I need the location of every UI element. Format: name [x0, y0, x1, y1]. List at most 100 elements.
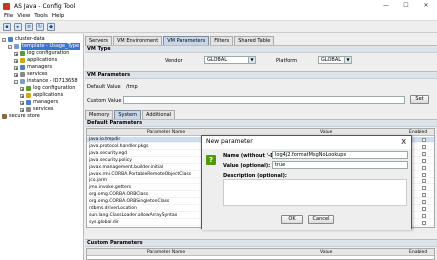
- tree-node-secure-store[interactable]: secure store: [2, 113, 40, 120]
- log-icon: [26, 86, 31, 91]
- tab-filters[interactable]: Filters: [210, 36, 234, 45]
- header-parameter-name[interactable]: Parameter Name: [147, 249, 185, 256]
- expand-icon[interactable]: +: [14, 58, 18, 63]
- tree-node-instance[interactable]: - instance - ID713658: [14, 78, 78, 85]
- close-icon[interactable]: ✕: [416, 0, 436, 12]
- subtab-system[interactable]: System: [114, 110, 141, 119]
- menu-tools[interactable]: Tools: [34, 13, 48, 19]
- settings-icon[interactable]: ◆: [47, 22, 55, 31]
- enabled-checkbox[interactable]: [422, 179, 426, 184]
- subtab-bar: Memory System Additional: [85, 110, 176, 119]
- tree-node-log-configuration[interactable]: + log configuration: [14, 50, 69, 57]
- tree-icon[interactable]: ≡: [25, 22, 33, 31]
- parameter-name-cell: rdbms.driverLocation: [89, 206, 137, 211]
- tree-node-instance-log[interactable]: + log configuration: [20, 85, 75, 92]
- menu-view[interactable]: View: [17, 13, 30, 19]
- enabled-checkbox[interactable]: [422, 165, 426, 170]
- value-input[interactable]: true: [272, 161, 408, 169]
- enabled-checkbox[interactable]: [422, 220, 426, 225]
- enabled-checkbox[interactable]: [422, 200, 426, 205]
- minimize-icon[interactable]: —: [376, 0, 396, 12]
- save-icon[interactable]: ▪: [3, 22, 11, 31]
- template-icon: [14, 44, 19, 49]
- expand-icon[interactable]: +: [20, 100, 24, 105]
- header-value[interactable]: Value: [320, 249, 332, 256]
- tab-vm-environment[interactable]: VM Environment: [113, 36, 163, 45]
- collapse-icon[interactable]: -: [8, 44, 12, 49]
- window-title: AS Java - Config Tool: [14, 2, 76, 10]
- config-tree: - cluster-data - template - Usage_Type + lo…: [0, 34, 84, 260]
- tab-vm-parameters[interactable]: VM Parameters: [163, 36, 210, 45]
- enabled-checkbox[interactable]: [422, 213, 426, 218]
- new-parameter-dialog: New parameter X ? Name (without '-D'): l…: [201, 135, 412, 230]
- expand-icon[interactable]: +: [14, 51, 18, 56]
- header-parameter-name[interactable]: Parameter Name: [147, 129, 185, 136]
- enabled-checkbox[interactable]: [422, 138, 426, 142]
- enabled-checkbox[interactable]: [422, 144, 426, 149]
- tree-node-instance-applications[interactable]: + applications: [20, 92, 63, 99]
- platform-label: Platform: [276, 58, 298, 64]
- instance-icon: [20, 79, 25, 84]
- tree-node-services[interactable]: + services: [14, 71, 48, 78]
- tree-node-cluster-data[interactable]: - cluster-data: [2, 36, 45, 43]
- subtab-additional[interactable]: Additional: [142, 110, 176, 119]
- collapse-icon[interactable]: -: [14, 79, 18, 84]
- menu-help[interactable]: Help: [52, 13, 65, 19]
- expand-icon[interactable]: +: [14, 65, 18, 70]
- default-parameters-header: Default Parameters: [85, 119, 437, 127]
- maximize-icon[interactable]: ☐: [396, 0, 416, 12]
- tab-shared-table[interactable]: Shared Table: [234, 36, 275, 45]
- applications-icon: [20, 58, 25, 63]
- dialog-close-icon[interactable]: X: [401, 136, 406, 148]
- cancel-button[interactable]: Cancel: [308, 215, 334, 224]
- tab-bar: Servers VM Environment VM Parameters Fil…: [85, 36, 275, 45]
- set-button[interactable]: Set: [410, 95, 429, 104]
- expand-icon[interactable]: +: [20, 107, 24, 112]
- chevron-down-icon[interactable]: ▼: [344, 57, 351, 63]
- managers-icon: [26, 100, 31, 105]
- platform-select[interactable]: GLOBAL ▼: [318, 56, 352, 64]
- ok-button[interactable]: OK: [281, 215, 303, 224]
- collapse-icon[interactable]: -: [2, 37, 6, 42]
- enabled-checkbox[interactable]: [422, 172, 426, 177]
- description-input[interactable]: [223, 179, 407, 206]
- refresh-icon[interactable]: ↻: [36, 22, 44, 31]
- default-value-label: Default Value: [87, 84, 121, 90]
- expand-icon[interactable]: +: [20, 93, 24, 98]
- open-icon[interactable]: ▸: [14, 22, 22, 31]
- enabled-checkbox[interactable]: [422, 193, 426, 198]
- app-window: AS Java - Config Tool — ☐ ✕ File View To…: [0, 0, 437, 260]
- tree-node-template[interactable]: - template - Usage_Type: [8, 43, 81, 50]
- vendor-label: Vendor: [165, 58, 183, 64]
- parameter-name-cell: jmx.invoke.getters: [89, 185, 132, 191]
- app-icon: [3, 2, 10, 10]
- tab-servers[interactable]: Servers: [85, 36, 113, 45]
- expand-icon[interactable]: +: [20, 86, 24, 91]
- tree-node-managers[interactable]: + managers: [14, 64, 52, 71]
- enabled-checkbox[interactable]: [422, 151, 426, 156]
- secure-store-icon: [2, 114, 7, 119]
- tree-node-instance-managers[interactable]: + managers: [20, 99, 58, 106]
- expand-icon[interactable]: +: [14, 72, 18, 77]
- custom-parameters-table: Parameter Name Value Enabled: [86, 248, 435, 260]
- cluster-icon: [8, 37, 13, 42]
- parameter-name-cell: jco.jarm: [89, 178, 107, 184]
- subtab-memory[interactable]: Memory: [85, 110, 114, 119]
- table-header: Parameter Name Value Enabled: [87, 249, 434, 256]
- enabled-checkbox[interactable]: [422, 158, 426, 163]
- value-label: Value (optional):: [223, 163, 271, 169]
- menu-file[interactable]: File: [4, 13, 13, 19]
- parameter-name-cell: javax.management.builder.initial: [89, 164, 164, 170]
- vendor-select[interactable]: GLOBAL ▼: [204, 56, 256, 64]
- tree-node-instance-services[interactable]: + services: [20, 106, 54, 113]
- enabled-checkbox[interactable]: [422, 207, 426, 211]
- parameter-name-cell: java.protocol.handler.pkgs: [89, 143, 149, 149]
- toolbar: ▪ ▸ ≡ ↻ ◆: [0, 21, 437, 33]
- header-enabled[interactable]: Enabled: [409, 249, 427, 256]
- chevron-down-icon[interactable]: ▼: [248, 57, 255, 63]
- tree-node-applications[interactable]: + applications: [14, 57, 57, 64]
- name-input[interactable]: log4j2.formatMsgNoLookups: [272, 151, 408, 159]
- custom-value-input[interactable]: [123, 96, 405, 104]
- enabled-checkbox[interactable]: [422, 186, 426, 191]
- applications-icon: [26, 93, 31, 98]
